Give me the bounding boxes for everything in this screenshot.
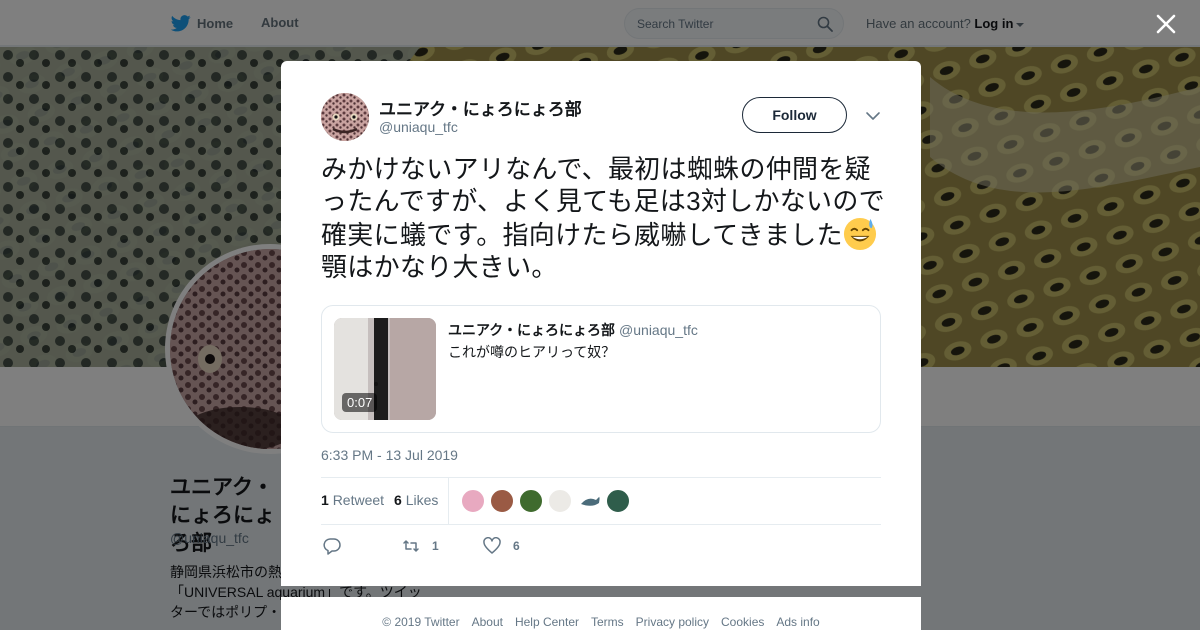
likes-stat-label: Likes <box>405 492 439 508</box>
liker-avatar[interactable] <box>548 489 572 513</box>
quoted-author-handle: @uniaqu_tfc <box>619 322 698 338</box>
divider <box>321 524 881 525</box>
chevron-down-icon[interactable] <box>865 110 881 122</box>
likes-count: 6 <box>394 492 402 508</box>
fish-icon <box>581 496 600 506</box>
sweat-smile-emoji <box>843 217 876 251</box>
tweet-text-main: みかけないアリなんで、最初は蜘蛛の仲間を疑ったんですが、よく見ても足は3対しかな… <box>321 154 885 250</box>
divider <box>448 478 449 524</box>
footer-copyright: © 2019 Twitter <box>382 615 460 629</box>
footer-help-link[interactable]: Help Center <box>515 615 579 630</box>
follow-button[interactable]: Follow <box>742 97 847 133</box>
author-avatar[interactable] <box>321 93 369 141</box>
quoted-text: これが噂のヒアリって奴？ <box>448 344 616 360</box>
quoted-tweet[interactable]: 0:07 ユニアク・にょろにょろ部 @uniaqu_tfc これが噂のヒアリって奴… <box>321 305 881 433</box>
footer-about-link[interactable]: About <box>472 615 503 630</box>
tweet-modal: ユニアク・にょろにょろ部 @uniaqu_tfc Follow みかけないアリな… <box>281 61 921 586</box>
retweet-stat-label: Retweet <box>332 492 385 508</box>
author-avatar-image <box>321 93 369 141</box>
retweet-action-count: 1 <box>432 539 439 553</box>
reply-icon <box>323 538 341 555</box>
footer-ads-link[interactable]: Ads info <box>776 615 819 630</box>
liker-avatar[interactable] <box>519 489 543 513</box>
author-handle[interactable]: @uniaqu_tfc <box>379 119 458 135</box>
liker-avatar[interactable] <box>606 489 630 513</box>
retweet-count: 1 <box>321 492 329 508</box>
tweet-text: みかけないアリなんで、最初は蜘蛛の仲間を疑ったんですが、よく見ても足は3対しかな… <box>321 153 886 283</box>
footer-privacy-link[interactable]: Privacy policy <box>636 615 709 630</box>
quoted-author: ユニアク・にょろにょろ部 @uniaqu_tfc <box>448 320 698 340</box>
close-icon[interactable] <box>1154 12 1178 36</box>
tweet-timestamp[interactable]: 6:33 PM - 13 Jul 2019 <box>321 447 458 463</box>
quoted-author-name: ユニアク・にょろにょろ部 <box>448 322 616 338</box>
reply-action[interactable] <box>323 537 353 555</box>
video-thumbnail[interactable]: 0:07 <box>334 318 436 420</box>
retweet-icon <box>403 540 419 552</box>
retweet-stat[interactable]: 1 Retweet <box>321 492 384 508</box>
divider <box>321 477 881 478</box>
like-icon <box>483 537 501 554</box>
liker-avatar[interactable] <box>577 489 601 513</box>
like-action-count: 6 <box>513 539 520 553</box>
author-name[interactable]: ユニアク・にょろにょろ部 <box>379 95 582 120</box>
video-duration: 0:07 <box>342 393 378 412</box>
footer: © 2019 Twitter About Help Center Terms P… <box>281 597 921 630</box>
footer-cookies-link[interactable]: Cookies <box>721 615 764 630</box>
liker-avatar[interactable] <box>490 489 514 513</box>
like-action[interactable]: 6 <box>483 537 520 555</box>
likes-stat[interactable]: 6 Likes <box>394 492 438 508</box>
retweet-action[interactable]: 1 <box>402 537 439 555</box>
liker-avatar[interactable] <box>461 489 485 513</box>
tweet-text-tail: 顎はかなり大きい。 <box>321 252 558 282</box>
footer-terms-link[interactable]: Terms <box>591 615 624 630</box>
